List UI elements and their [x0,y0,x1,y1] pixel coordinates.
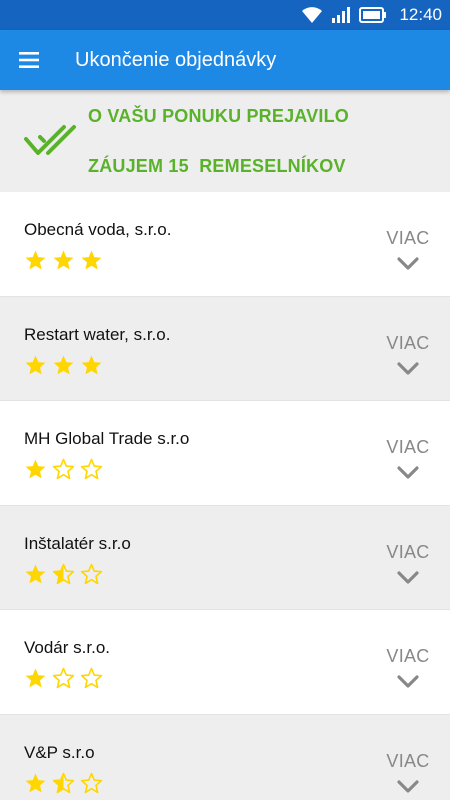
star-empty-icon [52,458,75,480]
more-label: VIAC [386,228,430,248]
craftsman-row[interactable]: Obecná voda, s.r.o. VIAC [0,192,450,297]
more-label: VIAC [386,437,430,457]
star-full-icon [25,564,46,583]
more-button[interactable]: VIAC [383,751,433,794]
banner-line-2: ZÁUJEM 15 REMESELNÍKOV [88,155,346,176]
more-label: VIAC [386,750,430,771]
chevron-down-icon [397,779,419,793]
more-button[interactable]: VIAC [383,646,433,689]
chevron-down-icon [397,675,419,688]
status-bar: 12:40 [0,0,450,30]
craftsman-name: MH Global Trade s.r.o [24,429,190,448]
craftsman-row[interactable]: MH Global Trade s.r.o VIAC [0,401,450,506]
star-half-icon [52,772,75,793]
star-full-icon [25,773,46,792]
menu-button[interactable] [0,30,58,90]
more-label: VIAC [386,646,430,666]
craftsman-row[interactable]: Restart water, s.r.o. VIAC [0,296,450,401]
star-empty-icon [80,458,103,480]
more-button[interactable]: VIAC [383,542,433,585]
craftsmen-list: Obecná voda, s.r.o. VIAC Restart water, s.… [0,192,450,800]
more-button[interactable]: VIAC [383,228,433,271]
star-empty-icon [52,667,75,689]
more-button[interactable]: VIAC [383,437,433,480]
battery-icon [359,7,387,23]
star-empty-icon [80,563,103,584]
rating-stars [24,563,103,586]
rating-stars [24,249,103,272]
page-title: Ukončenie objednávky [75,48,277,71]
more-button[interactable]: VIAC [383,333,433,376]
banner-line-1: O VAŠU PONUKU PREJAVILO [88,105,349,126]
more-label: VIAC [386,332,430,353]
interest-banner: O VAŠU PONUKU PREJAVILO ZÁUJEM 15 REMESE… [0,90,450,192]
star-full-icon [25,459,46,479]
double-check-icon [24,125,76,155]
craftsman-name: V&P s.r.o [24,742,95,762]
star-full-icon [53,250,74,270]
star-full-icon [53,355,74,374]
craftsman-row[interactable]: Vodár s.r.o. VIAC [0,610,450,715]
star-full-icon [25,668,46,688]
star-full-icon [81,355,102,374]
chevron-down-icon [397,257,419,270]
craftsman-row[interactable]: V&P s.r.o VIAC [0,714,450,800]
rating-stars [24,354,103,377]
craftsman-name: Vodár s.r.o. [24,638,110,657]
banner-text: O VAŠU PONUKU PREJAVILO ZÁUJEM 15 REMESE… [88,79,349,204]
signal-icon [332,7,351,23]
craftsman-name: Obecná voda, s.r.o. [24,220,172,239]
star-full-icon [25,355,46,374]
menu-icon [19,52,39,68]
chevron-down-icon [397,570,419,584]
chevron-down-icon [397,466,419,479]
chevron-down-icon [397,361,419,375]
wifi-icon [302,7,323,23]
rating-stars [24,772,103,795]
star-full-icon [81,250,102,270]
star-empty-icon [80,772,103,793]
craftsman-name: Restart water, s.r.o. [24,324,171,344]
rating-stars [24,458,103,481]
star-empty-icon [80,667,103,689]
star-half-icon [52,563,75,584]
more-label: VIAC [386,541,430,562]
app-bar: Ukončenie objednávky [0,30,450,90]
craftsman-row[interactable]: Inštalatér s.r.o VIAC [0,505,450,610]
star-full-icon [25,250,46,270]
craftsman-name: Inštalatér s.r.o [24,533,131,553]
status-time: 12:40 [399,5,442,24]
rating-stars [24,667,103,690]
